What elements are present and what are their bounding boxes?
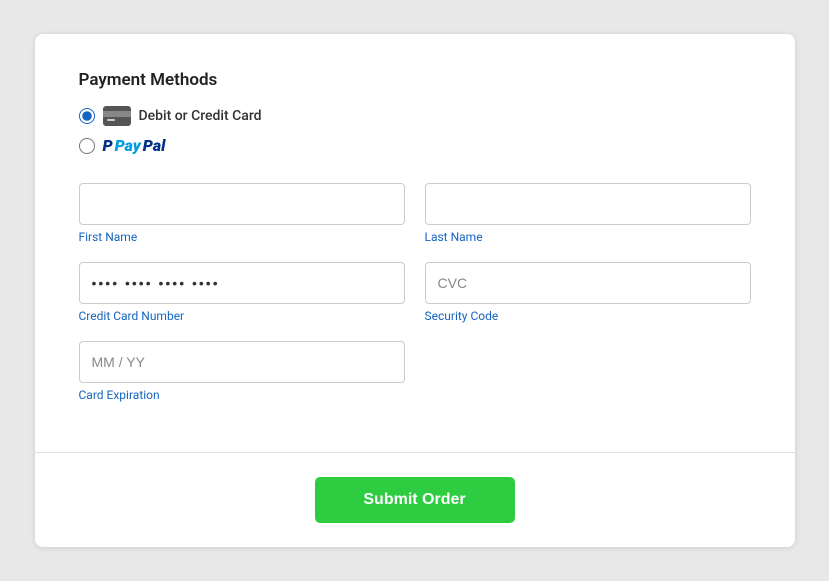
- card-expiration-group: Card Expiration: [79, 341, 405, 402]
- paypal-radio[interactable]: [79, 138, 95, 154]
- debit-credit-option[interactable]: Debit or Credit Card: [79, 106, 751, 126]
- paypal-option[interactable]: PPayPal: [79, 136, 751, 155]
- first-name-group: First Name: [79, 183, 405, 244]
- credit-card-input[interactable]: [79, 262, 405, 304]
- last-name-input[interactable]: [425, 183, 751, 225]
- debit-credit-label: Debit or Credit Card: [139, 108, 262, 124]
- payment-card: Payment Methods Debit or Credit Card PPa…: [35, 34, 795, 547]
- card-security-row: Credit Card Number Security Code: [79, 262, 751, 323]
- section-title: Payment Methods: [79, 70, 751, 90]
- last-name-group: Last Name: [425, 183, 751, 244]
- name-row: First Name Last Name: [79, 183, 751, 244]
- payment-options: Debit or Credit Card PPayPal: [79, 106, 751, 155]
- first-name-label: First Name: [79, 230, 405, 244]
- card-footer: Submit Order: [35, 453, 795, 547]
- credit-card-group: Credit Card Number: [79, 262, 405, 323]
- debit-credit-radio[interactable]: [79, 108, 95, 124]
- credit-card-icon: [103, 106, 131, 126]
- security-code-label: Security Code: [425, 309, 751, 323]
- first-name-input[interactable]: [79, 183, 405, 225]
- credit-card-label: Credit Card Number: [79, 309, 405, 323]
- security-code-group: Security Code: [425, 262, 751, 323]
- security-code-input[interactable]: [425, 262, 751, 304]
- expiration-row: Card Expiration: [79, 341, 751, 402]
- card-expiration-label: Card Expiration: [79, 388, 405, 402]
- paypal-icon: PPayPal: [103, 136, 166, 155]
- card-expiration-input[interactable]: [79, 341, 405, 383]
- card-body: Payment Methods Debit or Credit Card PPa…: [35, 34, 795, 448]
- submit-order-button[interactable]: Submit Order: [315, 477, 515, 523]
- payment-form: First Name Last Name Credit Card Number …: [79, 183, 751, 420]
- last-name-label: Last Name: [425, 230, 751, 244]
